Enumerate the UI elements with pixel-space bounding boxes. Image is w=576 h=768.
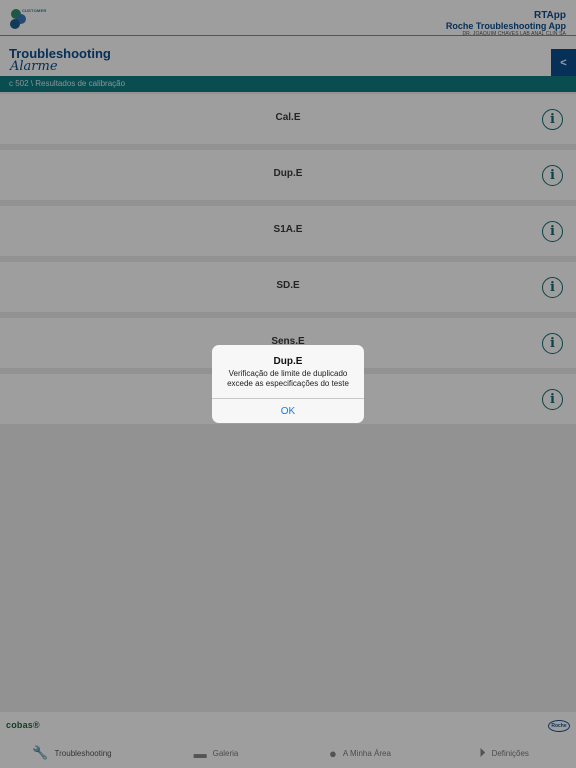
ok-button[interactable]: OK	[212, 399, 364, 423]
app-root: CUSTOMER RTApp Roche Troubleshooting App…	[0, 0, 576, 768]
alert-message: Verificação de limite de duplicado exced…	[227, 369, 349, 388]
alert-dialog: Dup.E Verificação de limite de duplicado…	[212, 345, 364, 423]
alert-title: Dup.E	[273, 356, 303, 367]
